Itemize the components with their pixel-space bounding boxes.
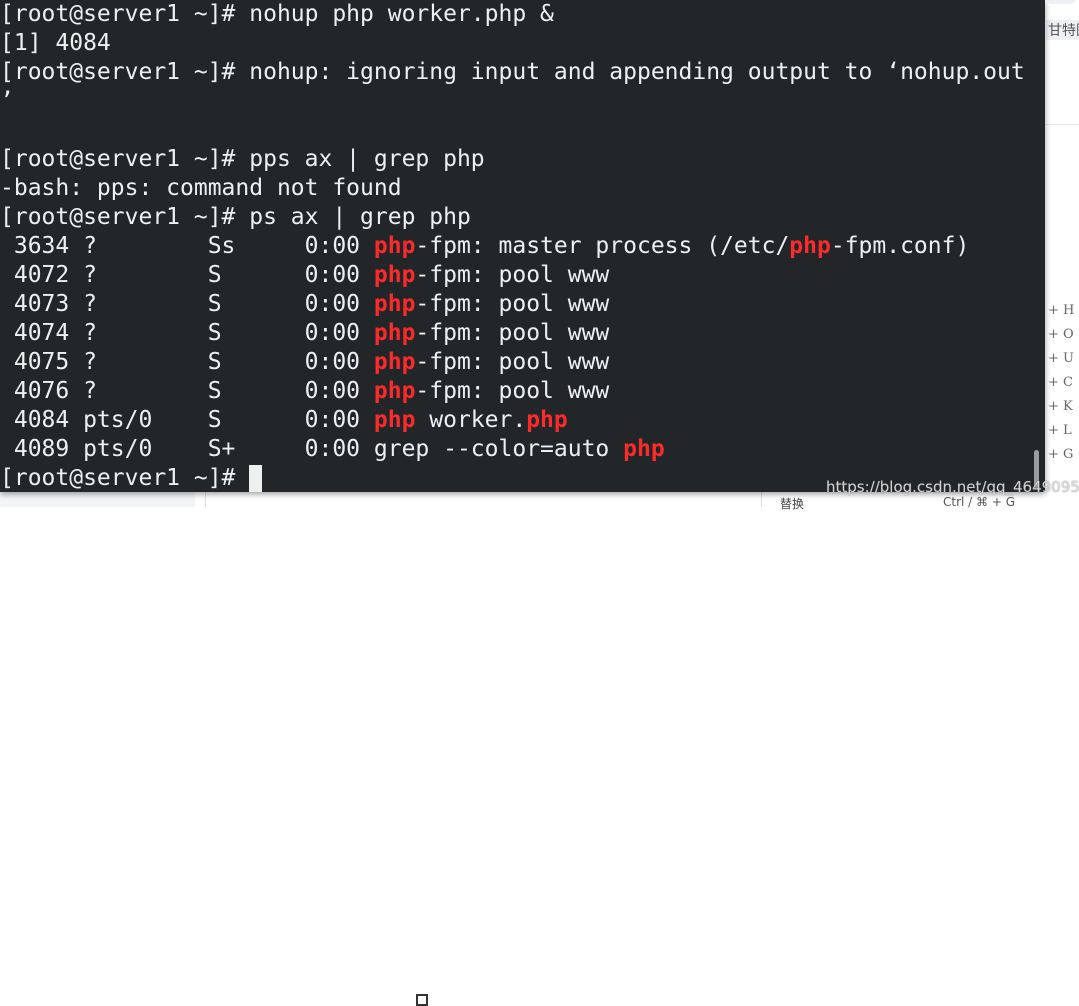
terminal-line: [1] 4084 [0,29,1025,58]
terminal-line: 4076 ? S 0:00 php-fpm: pool www [0,377,1025,406]
terminal-text: -fpm: pool www [415,291,610,317]
terminal-text: 4084 pts/0 S 0:00 [0,407,374,433]
terminal-text: 4072 ? S 0:00 [0,262,374,288]
terminal-text: [root@server1 ~]# pps ax | grep php [0,146,485,172]
highlighted-match: php [373,349,416,375]
add-tab-button[interactable] [1046,0,1076,4]
highlighted-match: php [373,262,416,288]
shortcut-key: + O [1048,327,1074,342]
background-panel [0,492,195,507]
highlighted-match: php [623,436,665,462]
highlighted-match: php [373,378,416,404]
terminal-line: [root@server1 ~]# ps ax | grep php [0,203,1025,232]
terminal-text: -bash: pps: command not found [0,175,402,201]
terminal-line: 4075 ? S 0:00 php-fpm: pool www [0,348,1025,377]
terminal-text: [root@server1 ~]# nohup php worker.php & [0,1,554,27]
terminal-text: 4074 ? S 0:00 [0,320,374,346]
terminal-text: -fpm: pool www [415,378,610,404]
shortcut-key: + U [1048,351,1074,366]
terminal-text: 4076 ? S 0:00 [0,378,374,404]
terminal-line: [root@server1 ~]# nohup: ignoring input … [0,58,1025,87]
terminal-text: [root@server1 ~]# [0,465,250,491]
highlighted-match: php [373,291,416,317]
highlighted-match: php [373,233,416,259]
terminal-window[interactable]: [root@server1 ~]# nohup php worker.php &… [0,0,1045,492]
checkbox-icon[interactable] [416,994,428,1006]
shortcut-key: + L [1048,423,1072,438]
terminal-text: 4089 pts/0 S+ 0:00 grep --color=auto [0,436,624,462]
terminal-line: 3634 ? Ss 0:00 php-fpm: master process (… [0,232,1025,261]
shortcut-key: + G [1048,447,1074,462]
terminal-line: 4072 ? S 0:00 php-fpm: pool www [0,261,1025,290]
terminal-text: [root@server1 ~]# ps ax | grep php [0,204,471,230]
terminal-text: [root@server1 ~]# nohup: ignoring input … [0,59,1025,85]
highlighted-match: php [373,407,416,433]
terminal-text: 3634 ? Ss 0:00 [0,233,374,259]
terminal-line: 4074 ? S 0:00 php-fpm: pool www [0,319,1025,348]
shortcut-key: + K [1048,399,1073,414]
highlighted-match: php [373,320,416,346]
cursor [249,465,263,492]
terminal-line: 4073 ? S 0:00 php-fpm: pool www [0,290,1025,319]
terminal-text: worker. [415,407,527,433]
terminal-line: 4089 pts/0 S+ 0:00 grep --color=auto php [0,435,1025,464]
highlighted-match: php [526,407,568,433]
terminal-text: [1] 4084 [0,30,111,56]
terminal-text: -fpm: pool www [415,320,610,346]
terminal-text: 4075 ? S 0:00 [0,349,374,375]
terminal-text: 4073 ? S 0:00 [0,291,374,317]
terminal-line: -bash: pps: command not found [0,174,1025,203]
terminal-line: 4084 pts/0 S 0:00 php worker.php [0,406,1025,435]
terminal-output: [root@server1 ~]# nohup php worker.php &… [0,0,1025,492]
terminal-text: -fpm: pool www [415,262,610,288]
divider [1046,124,1079,125]
terminal-line: [root@server1 ~]# nohup php worker.php & [0,0,1025,29]
terminal-text: -fpm: master process (/etc/ [415,233,790,259]
gantt-tab[interactable]: 甘特图 [1046,20,1079,40]
terminal-text: ’ [0,88,14,114]
terminal-line: ’ [0,87,1025,116]
highlighted-match: php [789,233,831,259]
replace-label: 替换 [780,497,805,511]
terminal-line: [root@server1 ~]# pps ax | grep php [0,145,1025,174]
terminal-text: -fpm.conf) [830,233,970,259]
editor-panel [205,492,762,1006]
shortcut-key: + C [1048,375,1073,390]
watermark: https://blog.csdn.net/qq_46490950 [826,478,1079,496]
terminal-text: -fpm: pool www [415,349,610,375]
shortcut-key: + H [1048,303,1075,318]
